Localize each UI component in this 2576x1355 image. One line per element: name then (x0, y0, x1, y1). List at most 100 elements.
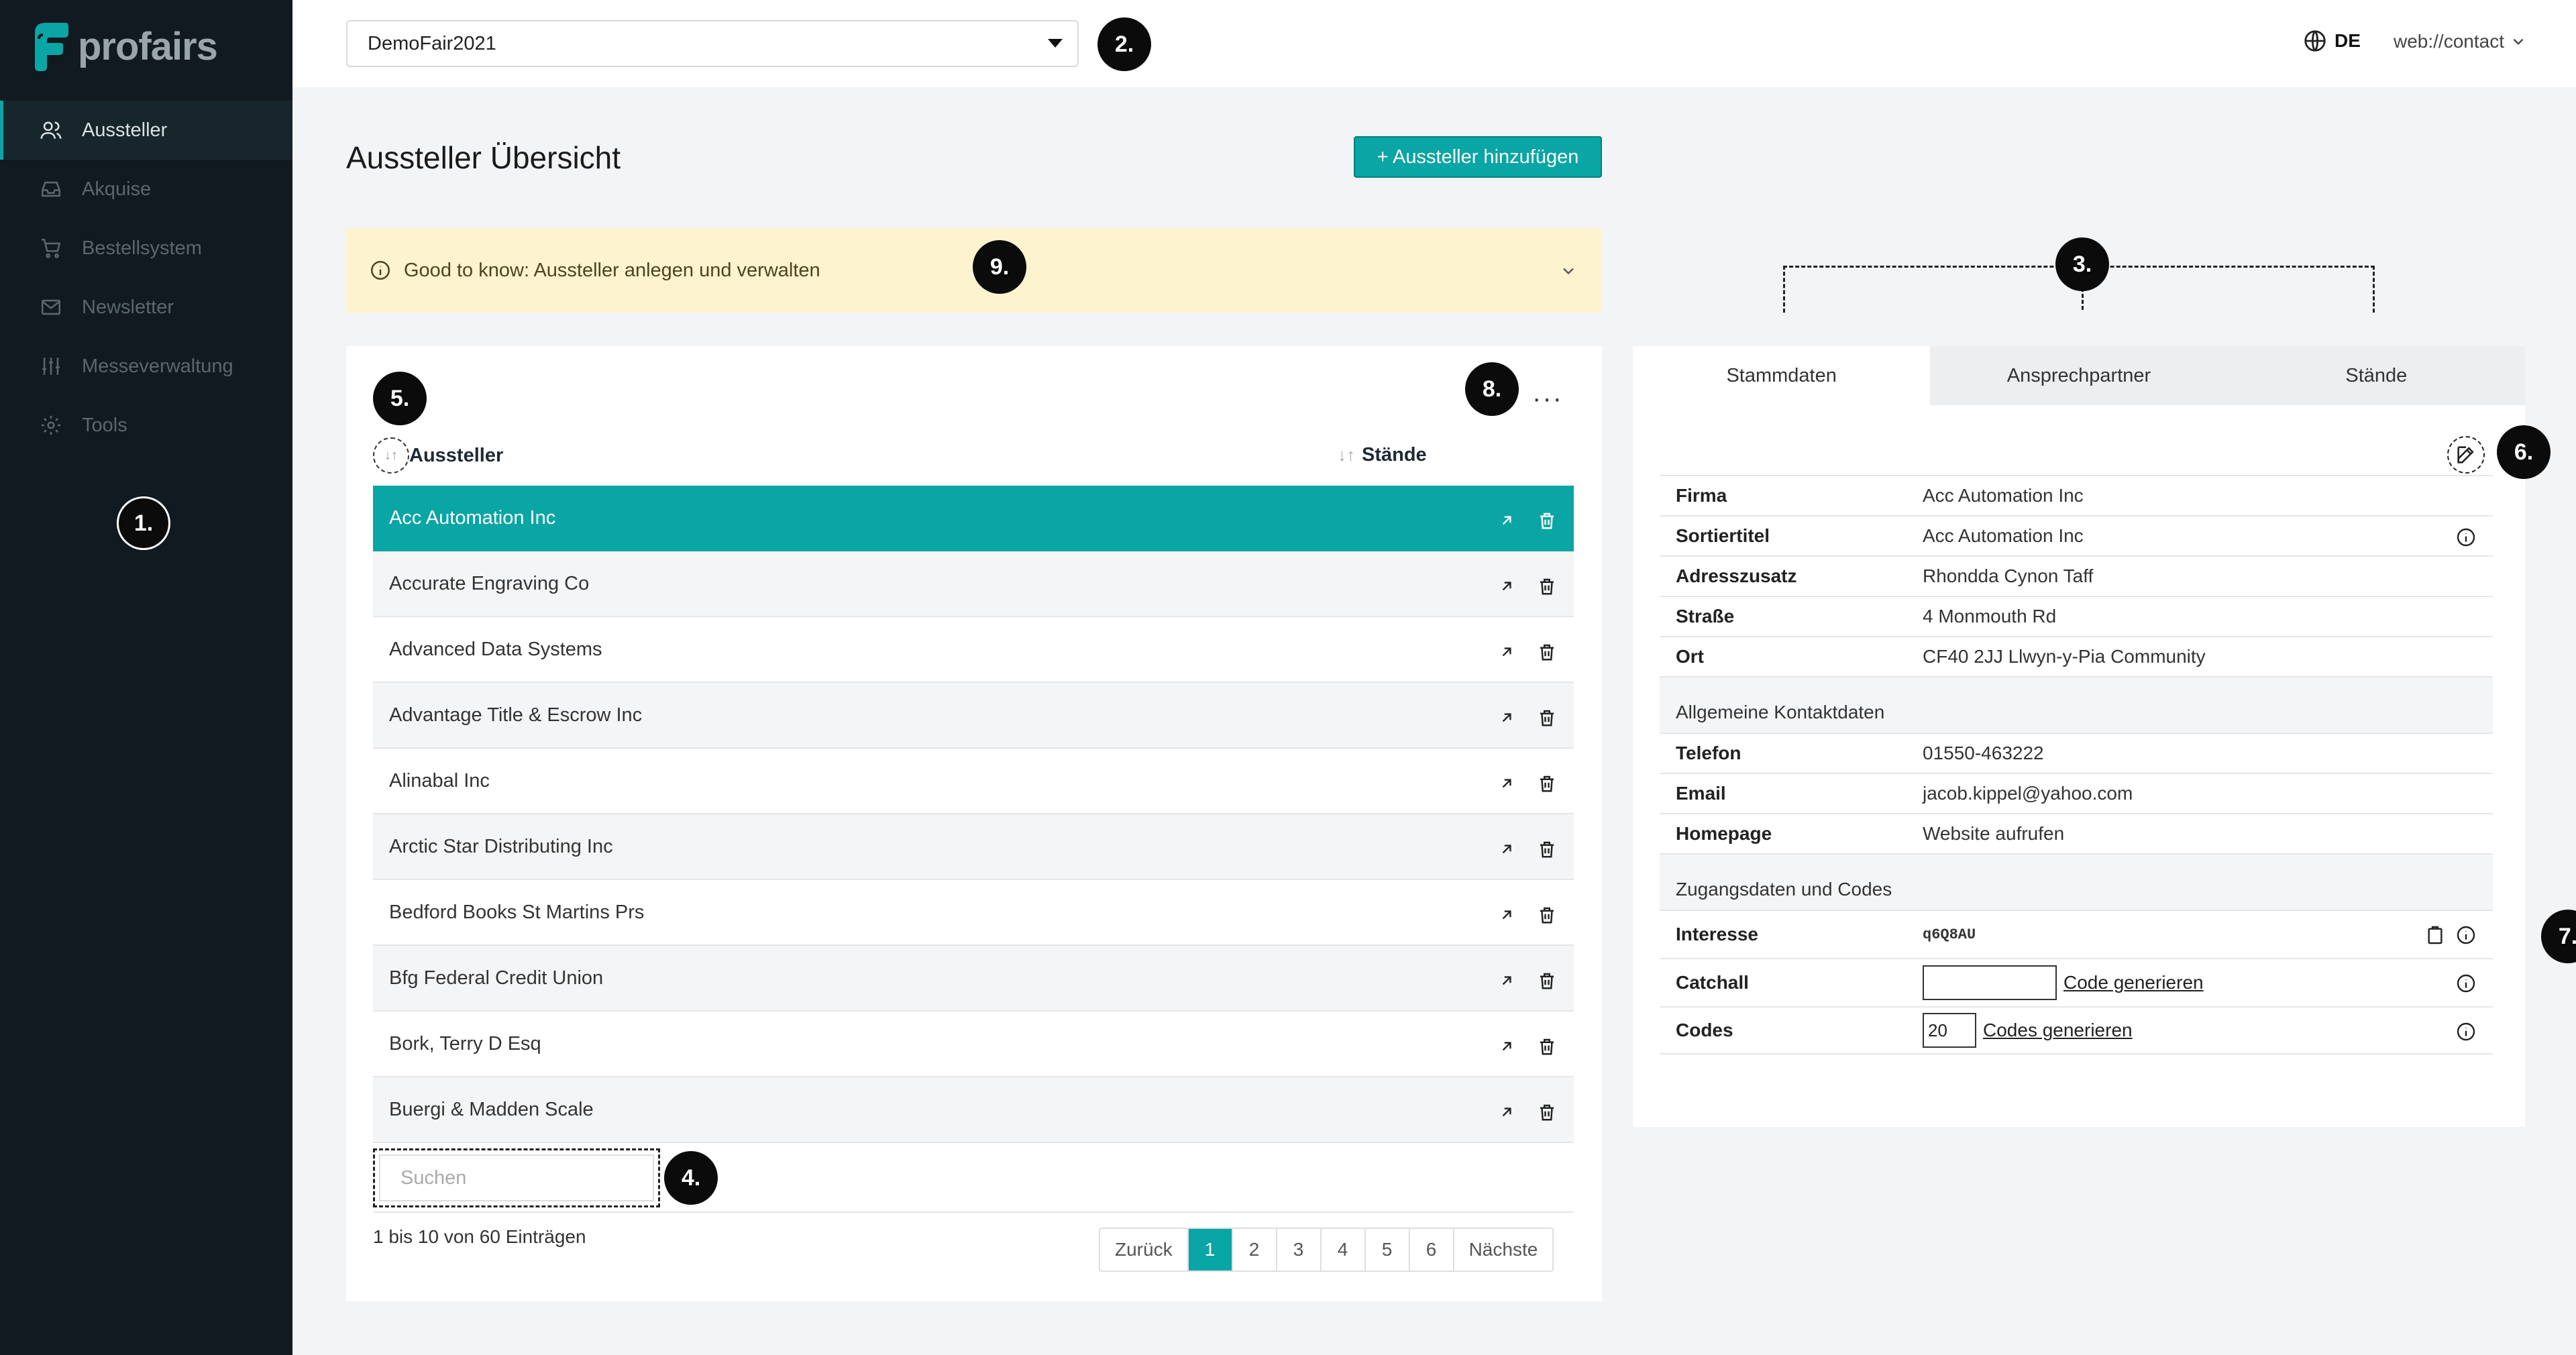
table-row[interactable]: Alinabal Inc (373, 749, 1574, 814)
language-switch[interactable]: DE (2302, 28, 2361, 54)
sidebar-item-bestellsystem[interactable]: Bestellsystem (0, 219, 292, 278)
table-row[interactable]: Bork, Terry D Esq (373, 1012, 1574, 1077)
sidebar-item-tools[interactable]: Tools (0, 396, 292, 455)
field-value: Acc Automation Inc (1923, 525, 2084, 546)
open-arrow-icon[interactable] (1495, 1100, 1519, 1124)
open-arrow-icon[interactable] (1495, 508, 1519, 533)
row-name: Bork, Terry D Esq (389, 1032, 541, 1054)
catchall-input[interactable] (1923, 965, 2057, 1000)
table-row[interactable]: Arctic Star Distributing Inc (373, 814, 1574, 880)
trash-icon[interactable] (1535, 706, 1559, 730)
search-box (373, 1148, 660, 1207)
table-row[interactable]: Acc Automation Inc (373, 486, 1574, 551)
trash-icon[interactable] (1535, 1100, 1559, 1124)
pager-page-3[interactable]: 3 (1277, 1229, 1322, 1270)
section-title: Allgemeine Kontaktdaten (1676, 702, 1885, 722)
sidebar-item-messeverwaltung[interactable]: Messeverwaltung (0, 337, 292, 396)
open-arrow-icon[interactable] (1495, 771, 1519, 796)
column-header-exhibitor[interactable]: Aussteller (409, 445, 503, 467)
trash-icon[interactable] (1535, 574, 1559, 598)
field-row: Straße 4 Monmouth Rd (1660, 596, 2493, 636)
table-row[interactable]: Buergi & Madden Scale (373, 1077, 1574, 1143)
gear-icon (39, 413, 63, 437)
info-banner[interactable]: Good to know: Aussteller anlegen und ver… (346, 228, 1602, 313)
search-input[interactable] (379, 1154, 654, 1201)
sidebar-item-aussteller[interactable]: Aussteller (0, 101, 292, 160)
more-options-button[interactable]: ··· (1532, 384, 1563, 414)
tab-stammdaten[interactable]: Stammdaten (1633, 346, 1931, 405)
sidebar: profairs Aussteller Akquise Bestellsyste… (0, 0, 292, 1355)
trash-icon[interactable] (1535, 640, 1559, 664)
annotation-badge-3: 3. (2055, 237, 2109, 291)
trash-icon[interactable] (1535, 837, 1559, 861)
sidebar-item-akquise[interactable]: Akquise (0, 160, 292, 219)
sidebar-item-label: Messeverwaltung (82, 355, 233, 377)
pager-prev-button[interactable]: Zurück (1100, 1229, 1189, 1270)
trash-icon[interactable] (1535, 508, 1559, 533)
field-value: Acc Automation Inc (1923, 485, 2084, 506)
website-link[interactable]: Website aufrufen (1923, 823, 2064, 845)
open-arrow-icon[interactable] (1495, 706, 1519, 730)
generate-codes-link[interactable]: Codes generieren (1983, 1020, 2133, 1041)
brand-name: profairs (78, 24, 218, 68)
trash-icon[interactable] (1535, 969, 1559, 993)
open-arrow-icon[interactable] (1495, 903, 1519, 927)
clipboard-icon[interactable] (2424, 924, 2446, 946)
open-arrow-icon[interactable] (1495, 574, 1519, 598)
edit-button[interactable] (2447, 436, 2485, 474)
chevron-down-icon[interactable] (1559, 262, 1578, 280)
tab-staende[interactable]: Stände (2227, 346, 2525, 405)
pager-page-4[interactable]: 4 (1322, 1229, 1366, 1270)
open-arrow-icon[interactable] (1495, 1034, 1519, 1059)
row-name: Buergi & Madden Scale (389, 1098, 594, 1120)
generate-code-link[interactable]: Code generieren (2063, 972, 2204, 993)
row-name: Advanced Data Systems (389, 638, 602, 660)
annotation-badge-1: 1. (117, 496, 170, 550)
pager-page-2[interactable]: 2 (1233, 1229, 1277, 1270)
trash-icon[interactable] (1535, 1034, 1559, 1059)
column-header-stands[interactable]: ↓↑ Stände (1338, 444, 1427, 466)
pager-page-5[interactable]: 5 (1366, 1229, 1410, 1270)
contact-menu[interactable]: web://contact (2394, 31, 2527, 52)
info-icon[interactable] (2455, 924, 2477, 946)
trash-icon[interactable] (1535, 771, 1559, 796)
table-row[interactable]: Advantage Title & Escrow Inc (373, 683, 1574, 749)
field-row: Homepage Website aufrufen (1660, 813, 2493, 853)
tab-ansprechpartner[interactable]: Ansprechpartner (1930, 346, 2228, 405)
table-row[interactable]: Accurate Engraving Co (373, 551, 1574, 617)
add-exhibitor-button[interactable]: + Aussteller hinzufügen (1354, 136, 1602, 178)
edit-icon (2457, 446, 2474, 464)
sliders-icon (39, 354, 63, 378)
trash-icon[interactable] (1535, 903, 1559, 927)
pager-page-6[interactable]: 6 (1410, 1229, 1454, 1270)
info-icon[interactable] (2455, 1021, 2477, 1042)
table-row[interactable]: Bedford Books St Martins Prs (373, 880, 1574, 946)
info-icon[interactable] (2455, 973, 2477, 994)
table-row[interactable]: Advanced Data Systems (373, 617, 1574, 683)
annotation-badge-7: 7. (2541, 910, 2576, 963)
field-label: Sortiertitel (1676, 525, 1770, 546)
field-label: Straße (1676, 606, 1735, 627)
open-arrow-icon[interactable] (1495, 969, 1519, 993)
field-value: jacob.kippel@yahoo.com (1923, 783, 2133, 804)
pager-next-button[interactable]: Nächste (1454, 1229, 1553, 1270)
sidebar-item-newsletter[interactable]: Newsletter (0, 278, 292, 337)
page-title: Aussteller Übersicht (346, 140, 621, 175)
annotation-badge-5: 5. (373, 372, 427, 425)
open-arrow-icon[interactable] (1495, 837, 1519, 861)
info-icon[interactable] (2455, 527, 2477, 548)
exhibitor-list-card: 5. 8. ··· ↓↑ Aussteller ↓↑ Stände Acc Au… (346, 346, 1602, 1301)
fair-select[interactable]: DemoFair2021 (346, 20, 1079, 67)
codes-count-input[interactable] (1923, 1013, 1976, 1048)
table-row[interactable]: Bfg Federal Credit Union (373, 946, 1574, 1012)
field-row: Sortiertitel Acc Automation Inc (1660, 515, 2493, 555)
open-arrow-icon[interactable] (1495, 640, 1519, 664)
sort-icon[interactable]: ↓↑ (373, 437, 409, 474)
brand-logo[interactable]: profairs (30, 19, 218, 74)
pager-page-1[interactable]: 1 (1188, 1229, 1233, 1270)
annotation-badge-4: 4. (664, 1151, 718, 1205)
row-name: Arctic Star Distributing Inc (389, 835, 613, 857)
sidebar-nav: Aussteller Akquise Bestellsystem Newslet… (0, 101, 292, 455)
entry-count: 1 bis 10 von 60 Einträgen (373, 1226, 586, 1247)
field-row: Email jacob.kippel@yahoo.com (1660, 773, 2493, 813)
